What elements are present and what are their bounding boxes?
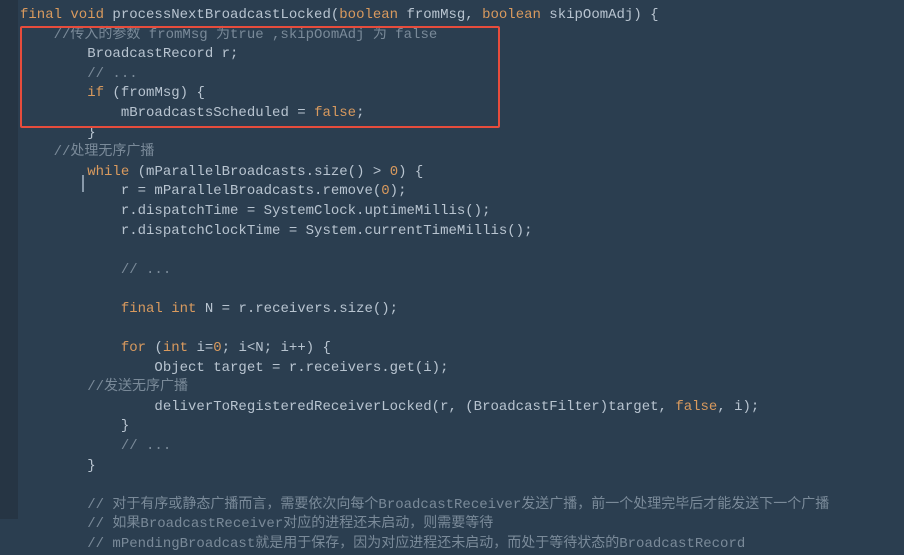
- type: boolean: [339, 7, 398, 23]
- comment-line: // ...: [20, 262, 171, 278]
- punct: ;: [356, 105, 364, 121]
- param: fromMsg,: [398, 7, 482, 23]
- code: r = mParallelBroadcasts.remove(: [20, 183, 381, 199]
- code-line: deliverToRegisteredReceiverLocked(r, (Br…: [20, 399, 759, 415]
- number: 0: [390, 164, 398, 180]
- keyword: if: [87, 85, 104, 101]
- code: , i);: [717, 399, 759, 415]
- code-line: }: [20, 458, 96, 474]
- code: deliverToRegisteredReceiverLocked(r, (Br…: [20, 399, 675, 415]
- code-line: final int N = r.receivers.size();: [20, 301, 398, 317]
- code-line: r = mParallelBroadcasts.remove(0);: [20, 183, 406, 199]
- code-line: final void processNextBroadcastLocked(bo…: [20, 7, 659, 23]
- indent: [20, 301, 121, 317]
- code-line: if (fromMsg) {: [20, 85, 205, 101]
- comment-line: //传入的参数 fromMsg 为true ,skipOomAdj 为 fals…: [20, 27, 437, 43]
- comment-line: // ...: [20, 438, 171, 454]
- code: N = r.receivers.size();: [196, 301, 398, 317]
- editor-gutter: [0, 0, 18, 519]
- code-line: Object target = r.receivers.get(i);: [20, 360, 448, 376]
- boolean: false: [314, 105, 356, 121]
- punct: (: [331, 7, 339, 23]
- number: 0: [381, 183, 389, 199]
- type: int: [163, 340, 188, 356]
- comment-line: // 对于有序或静态广播而言，需要依次向每个BroadcastReceiver发…: [20, 497, 829, 513]
- indent: [20, 164, 87, 180]
- comment-line: // ...: [20, 66, 138, 82]
- boolean: false: [675, 399, 717, 415]
- keyword: for: [121, 340, 146, 356]
- code: ) {: [398, 164, 423, 180]
- keyword: while: [87, 164, 129, 180]
- function-name: processNextBroadcastLocked: [112, 7, 330, 23]
- code: ; i<N; i++) {: [222, 340, 331, 356]
- indent: [20, 85, 87, 101]
- code: mBroadcastsScheduled =: [20, 105, 314, 121]
- comment-line: // mPendingBroadcast就是用于保存，因为对应进程还未启动，而处…: [20, 536, 745, 552]
- code: (mParallelBroadcasts.size() >: [129, 164, 389, 180]
- code-line: }: [20, 125, 96, 141]
- code-line: for (int i=0; i<N; i++) {: [20, 340, 331, 356]
- code-line: r.dispatchClockTime = System.currentTime…: [20, 223, 532, 239]
- code: (fromMsg) {: [104, 85, 205, 101]
- keyword: final int: [121, 301, 197, 317]
- punct: (: [146, 340, 163, 356]
- code: i=: [188, 340, 213, 356]
- code-line: BroadcastRecord r;: [20, 46, 238, 62]
- code-line: mBroadcastsScheduled = false;: [20, 105, 364, 121]
- indent: [20, 340, 121, 356]
- code-line: }: [20, 418, 129, 434]
- code-editor-content[interactable]: final void processNextBroadcastLocked(bo…: [20, 6, 829, 555]
- number: 0: [213, 340, 221, 356]
- type: boolean: [482, 7, 541, 23]
- code-line: while (mParallelBroadcasts.size() > 0) {: [20, 164, 423, 180]
- code-line: r.dispatchTime = SystemClock.uptimeMilli…: [20, 203, 490, 219]
- param: skipOomAdj) {: [541, 7, 659, 23]
- comment-line: //发送无序广播: [20, 379, 188, 395]
- comment-line: //处理无序广播: [20, 144, 154, 160]
- keyword: final void: [20, 7, 112, 23]
- punct: );: [390, 183, 407, 199]
